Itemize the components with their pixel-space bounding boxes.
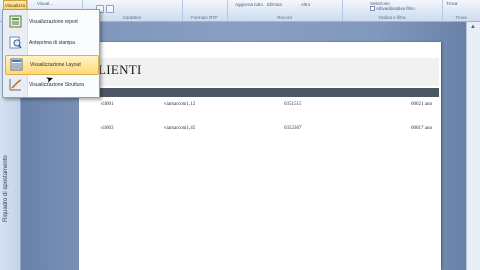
filter-checkbox-icon xyxy=(370,6,375,12)
menu-item-report-view[interactable]: Visualizzazione report xyxy=(5,13,97,31)
report-view-icon xyxy=(9,15,22,28)
sort-filter-group-label: Ordina e filtra xyxy=(378,15,406,20)
delete-button[interactable]: Elimina xyxy=(267,2,282,7)
cell-street[interactable]: viamarconi1,12 xyxy=(164,102,195,107)
menu-item-print-preview[interactable]: Anteprima di stampa xyxy=(5,34,97,52)
report-page: CLIENTI cli001 viamarconi1,12 0351515 60… xyxy=(79,42,441,270)
sort-filter-group: Selezione Attiva/disattiva filtro Ordina… xyxy=(342,0,443,21)
toggle-filter-button[interactable]: Attiva/disattiva filtro xyxy=(370,6,415,12)
more-button[interactable]: Altro xyxy=(301,2,310,7)
navigation-pane-label: Riquadro di spostamento xyxy=(3,155,9,222)
cell-cap[interactable]: 60021 ann xyxy=(411,102,432,107)
design-view-icon xyxy=(9,79,21,91)
table-row[interactable]: cli003 viamarconi1,45 0352367 60017 ann xyxy=(89,126,439,134)
rtf-group: Formato RTF xyxy=(182,0,228,21)
vertical-scrollbar[interactable]: ▲ xyxy=(466,22,480,270)
find-group: Trova Trova xyxy=(442,0,480,21)
menu-item-label: Visualizzazione Struttura xyxy=(29,82,84,88)
ribbon-partial-label: Visual... xyxy=(37,1,53,6)
cell-cap[interactable]: 60017 ann xyxy=(411,126,432,131)
menu-item-layout-view[interactable]: Visualizzazione Layout xyxy=(5,55,99,75)
refresh-all-button[interactable]: Aggiorna tutto xyxy=(235,2,263,7)
print-preview-icon xyxy=(9,36,22,49)
scroll-up-icon[interactable]: ▲ xyxy=(470,24,476,30)
report-header: CLIENTI xyxy=(89,58,439,86)
cell-street[interactable]: viamarconi1,45 xyxy=(164,126,195,131)
menu-item-label: Visualizzazione Layout xyxy=(30,62,81,68)
table-row[interactable]: cli001 viamarconi1,12 0351515 60021 ann xyxy=(89,102,439,110)
menu-item-label: Anteprima di stampa xyxy=(29,40,75,46)
records-group: Aggiorna tutto Elimina Altro Record xyxy=(227,0,343,21)
rtf-group-label: Formato RTF xyxy=(191,15,218,20)
column-header-bar xyxy=(89,88,439,97)
cell-phone[interactable]: 0352367 xyxy=(284,126,302,131)
find-group-label: Trova xyxy=(455,15,467,20)
toggle-filter-label: Attiva/disattiva filtro xyxy=(376,6,415,11)
menu-item-label: Visualizzazione report xyxy=(29,19,78,25)
cell-code[interactable]: cli001 xyxy=(101,102,114,107)
find-button[interactable]: Trova xyxy=(446,1,457,6)
cell-code[interactable]: cli003 xyxy=(101,126,114,131)
records-group-label: Record xyxy=(277,15,292,20)
align-left-icon[interactable] xyxy=(106,5,114,13)
layout-view-icon xyxy=(10,58,23,71)
cell-phone[interactable]: 0351515 xyxy=(284,102,302,107)
